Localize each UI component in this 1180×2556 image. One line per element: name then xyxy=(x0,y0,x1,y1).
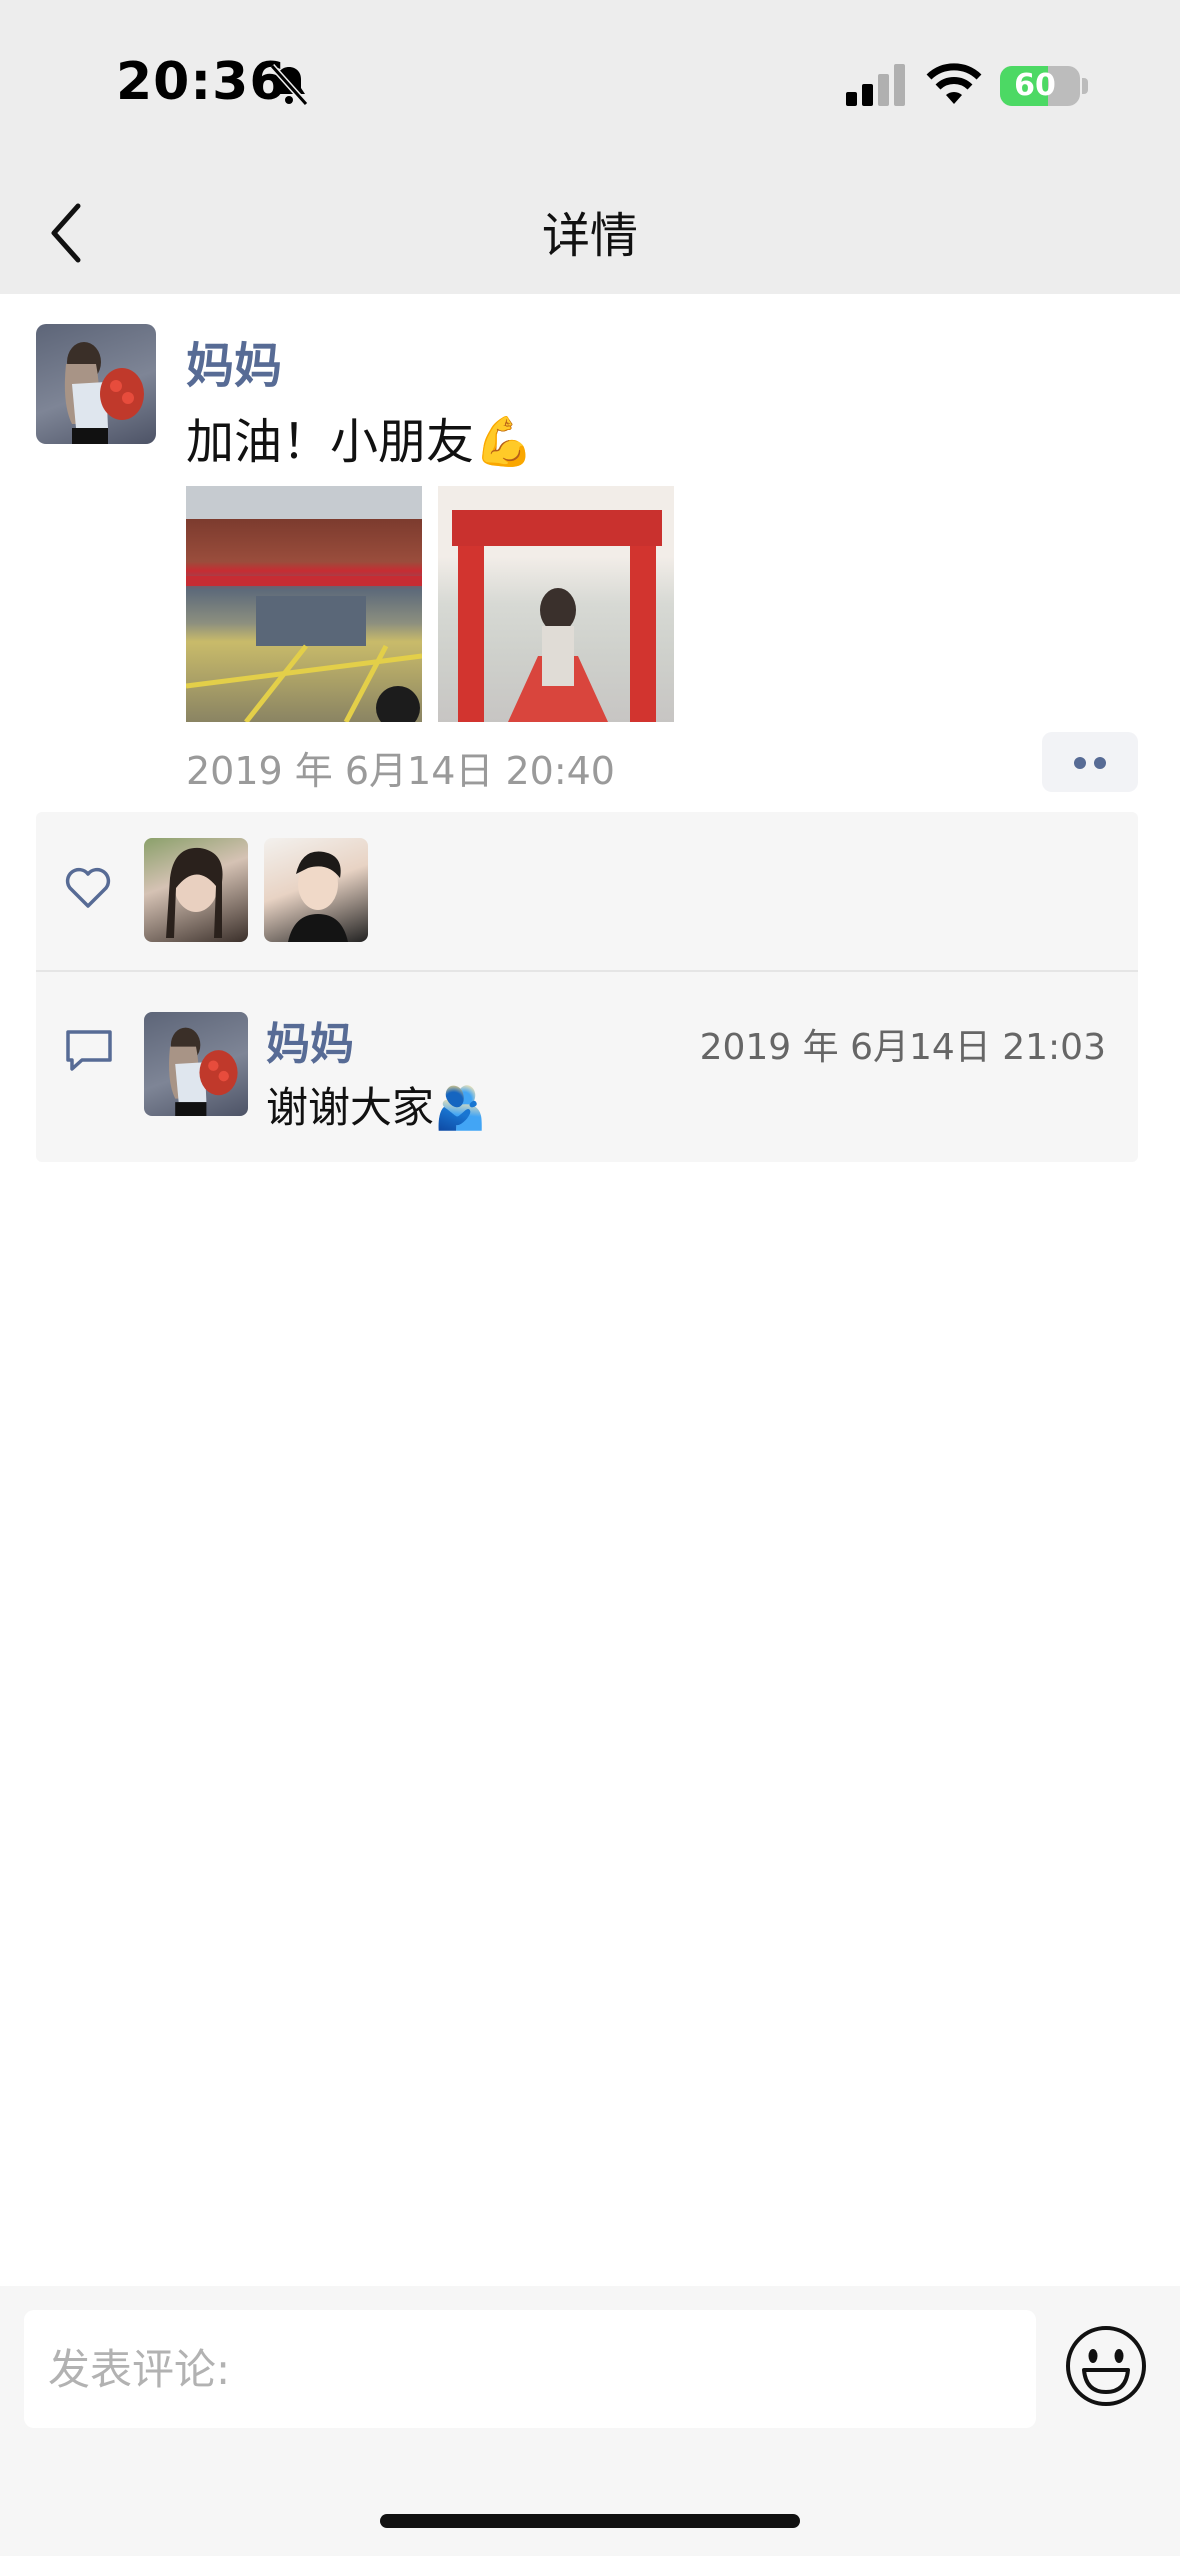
interaction-panel: 妈妈 2019 年 6月14日 21:03 谢谢大家🫂 xyxy=(36,812,1138,1162)
commenter-avatar[interactable] xyxy=(144,1012,248,1116)
likes-row xyxy=(36,812,1138,972)
more-actions-button[interactable] xyxy=(1042,732,1138,792)
bell-muted-icon xyxy=(269,63,309,107)
author-avatar[interactable] xyxy=(36,324,156,444)
comment-timestamp: 2019 年 6月14日 21:03 xyxy=(699,1027,1106,1068)
school-gate-photo[interactable] xyxy=(186,486,422,722)
battery-level: 60 xyxy=(1014,68,1056,103)
red-arch-photo[interactable] xyxy=(438,486,674,722)
comment-input[interactable] xyxy=(24,2310,1036,2428)
two-dots-icon-dot xyxy=(1094,757,1106,769)
home-indicator[interactable] xyxy=(380,2514,800,2528)
panel-divider xyxy=(36,970,1138,972)
page-title: 详情 xyxy=(541,208,638,264)
post-text: 加油！小朋友💪 xyxy=(186,414,534,470)
signal-icon xyxy=(846,64,905,106)
comment-bubble-icon xyxy=(66,1030,112,1071)
comment-text: 谢谢大家🫂 xyxy=(266,1083,487,1132)
heart-outline-icon xyxy=(65,867,111,908)
smiley-icon[interactable] xyxy=(1064,2324,1148,2408)
nav-bar: 详情 xyxy=(0,170,1180,294)
post-timestamp: 2019 年 6月14日 20:40 xyxy=(186,749,615,793)
status-bar: 20:36 60 xyxy=(0,0,1180,170)
wifi-icon xyxy=(926,63,982,104)
post-author-name[interactable]: 妈妈 xyxy=(186,326,282,396)
battery-tip xyxy=(1082,78,1088,94)
liker-avatar-1[interactable] xyxy=(144,838,248,942)
status-time: 20:36 xyxy=(116,52,287,112)
two-dots-icon xyxy=(1074,757,1086,769)
liker-avatar-2[interactable] xyxy=(264,838,368,942)
comment-author-name[interactable]: 妈妈 xyxy=(266,1008,354,1072)
battery-charging-icon: 60 xyxy=(1000,66,1080,106)
